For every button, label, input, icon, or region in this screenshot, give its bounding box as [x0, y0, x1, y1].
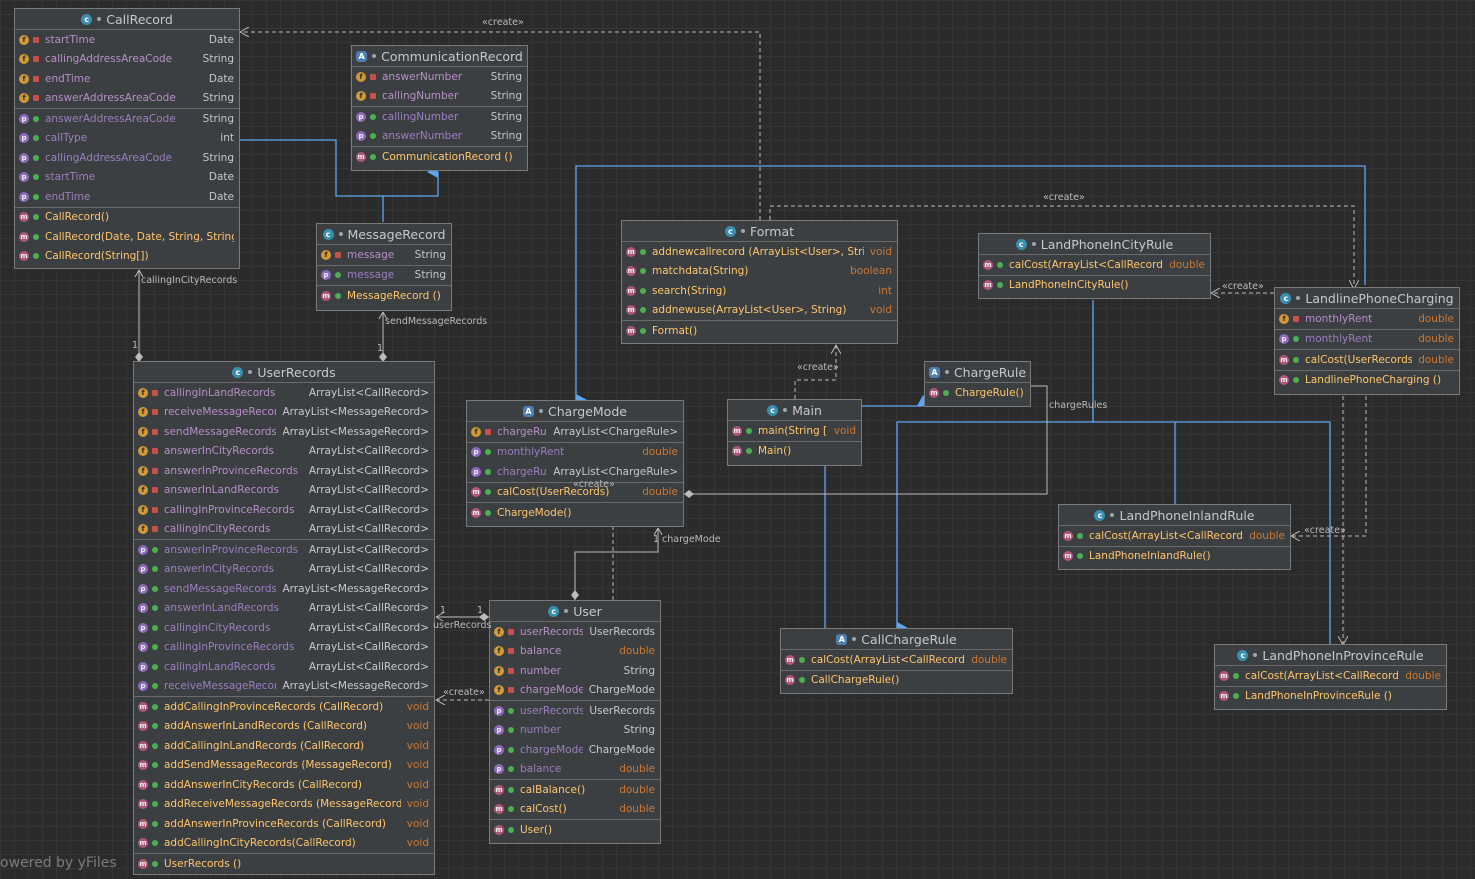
multiplicity-label: 1	[377, 343, 384, 354]
create-label: «create»	[797, 362, 839, 373]
multiplicity-label: 1	[653, 534, 660, 545]
create-label: «create»	[482, 17, 524, 28]
yfiles-watermark: owered by yFiles	[0, 855, 117, 871]
create-label: «create»	[573, 479, 615, 490]
multiplicity-label: 1	[440, 605, 447, 616]
send-message-label: sendMessageRecords	[385, 316, 488, 327]
create-label: «create»	[1304, 525, 1346, 536]
charge-mode-label: chargeMode	[662, 534, 721, 545]
multiplicity-label: 1	[477, 605, 484, 616]
create-label: «create»	[1222, 281, 1264, 292]
calling-in-city-label: callingInCityRecords	[141, 275, 238, 286]
create-label: «create»	[443, 687, 485, 698]
edge-labels: «create» «create» «create» «create» «cre…	[0, 0, 1475, 879]
create-label: «create»	[1043, 192, 1085, 203]
user-records-label: userRecords	[433, 620, 492, 631]
charge-rules-label: chargeRules	[1049, 400, 1108, 411]
multiplicity-label: 1	[132, 340, 139, 351]
